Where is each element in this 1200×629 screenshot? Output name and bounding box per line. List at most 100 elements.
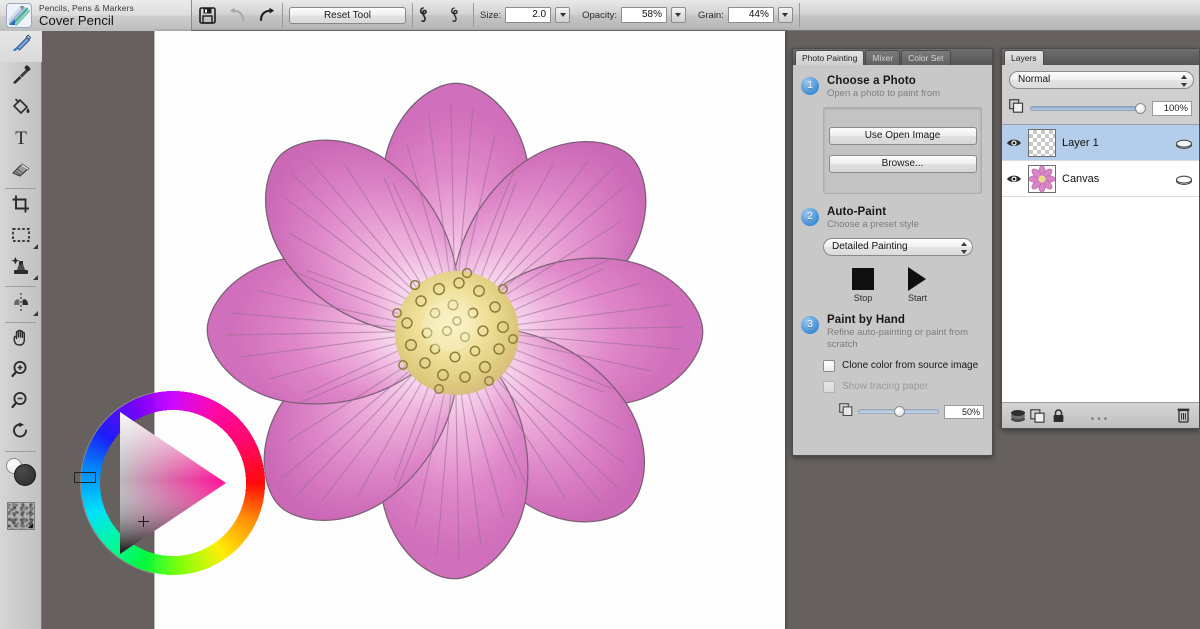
layer-properties-icon[interactable] [1175,137,1193,149]
tool-flyout-arrow[interactable] [33,244,38,249]
size-dropdown-arrow[interactable] [555,7,571,23]
tracing-paper-checkbox[interactable] [823,380,835,393]
tool-category-label: Pencils, Pens & Markers [39,3,134,14]
slider-knob[interactable] [893,406,905,417]
hand-icon [10,328,32,353]
rotate-page-tool[interactable] [0,418,42,449]
clone-color-checkbox[interactable] [823,359,835,372]
pattern-flyout-arrow[interactable] [27,523,33,528]
opacity-input[interactable]: 58% [620,7,667,23]
size-control[interactable]: Size: 2.0 [474,0,576,30]
tracing-paper-opacity-row[interactable]: 50% [793,402,992,421]
brush-tool[interactable] [0,31,42,62]
trash-icon[interactable] [1173,406,1193,426]
slider-knob[interactable] [1135,103,1146,114]
color-swatches[interactable] [0,454,42,500]
eye-visibility-icon[interactable] [1006,137,1022,149]
step-paint-by-hand: 3 Paint by Hand Refine auto-painting or … [793,310,992,351]
svg-text:T: T [15,128,27,147]
layer-thumbnail[interactable] [1028,128,1056,157]
pencils-pens-markers-icon[interactable] [6,3,32,28]
new-layer-icon[interactable] [1028,406,1048,426]
eye-visibility-icon[interactable] [1006,173,1022,185]
magnifier-in-tool[interactable] [0,356,42,387]
blend-mode-select[interactable]: Normal [1009,71,1194,89]
step3-title: Paint by Hand [827,313,905,326]
grabber-tool[interactable] [0,325,42,356]
opacity-control[interactable]: Opacity: 58% [576,0,692,30]
paint-bucket-tool[interactable] [0,93,42,124]
use-open-image-button[interactable]: Use Open Image [828,127,977,146]
text-tool[interactable]: T [0,124,42,155]
layer-properties-icon[interactable] [1175,173,1193,185]
step1-title: Choose a Photo [827,75,916,87]
grain-dropdown-arrow[interactable] [777,7,793,23]
step-choose-a-photo: 1 Choose a Photo Open a photo to paint f… [793,71,992,100]
start-button[interactable]: Start [908,266,927,303]
layer-opacity-value[interactable]: 100% [1152,101,1192,116]
layer-row[interactable]: Layer 1 [1002,125,1199,161]
tracing-paper-opacity-value[interactable]: 50% [944,404,984,419]
save-disk-icon[interactable] [192,0,222,31]
tab-mixer[interactable]: Mixer [865,50,901,65]
step1-subtitle: Open a photo to paint from [827,88,941,99]
browse-button[interactable]: Browse... [828,155,977,174]
step-number-badge: 3 [801,315,819,334]
tab-photo-painting[interactable]: Photo Painting [795,50,865,65]
tracing-paper-opacity-slider[interactable] [858,406,939,417]
grain-control[interactable]: Grain: 44% [692,0,799,30]
brush-stroke-preview-icon[interactable] [443,0,473,31]
stop-button[interactable]: Stop [851,266,874,303]
reset-tool-button[interactable]: Reset Tool [289,6,406,24]
magnifier-out-tool[interactable] [0,387,42,418]
pattern-swatch-icon[interactable] [6,502,35,530]
rotate-icon [10,421,32,446]
preset-style-value: Detailed Painting [832,240,908,252]
auto-paint-transport: Stop Start [793,266,992,303]
painting-canvas[interactable] [155,31,785,629]
layer-row[interactable]: Canvas [1002,161,1199,197]
mirror-painting-tool[interactable] [0,289,42,320]
tab-layers[interactable]: Layers [1004,50,1044,65]
blend-mode-value: Normal [1018,74,1051,85]
dynamic-plugins-icon[interactable] [1008,406,1028,426]
crop-tool[interactable] [0,191,42,222]
opacity-dropdown-arrow[interactable] [670,7,686,23]
toolbar-file-actions [192,0,282,30]
tracing-paper-row[interactable]: Show tracing paper [793,380,992,393]
layer-thumbnail[interactable] [1028,164,1056,193]
cloner-tool[interactable] [0,253,42,284]
dropper-tool[interactable] [0,62,42,93]
top-toolbar: Pencils, Pens & Markers Cover Pencil Res… [0,0,1200,31]
grain-input[interactable]: 44% [727,7,774,23]
flower-artwork [206,82,704,580]
redo-arrow-icon[interactable] [252,0,282,31]
tool-flyout-arrow[interactable] [33,275,38,280]
stop-square-icon [851,267,874,290]
brush-stroke-preview-icon[interactable] [413,0,443,31]
layer-name[interactable]: Canvas [1062,173,1169,185]
tool-info-panel[interactable]: Pencils, Pens & Markers Cover Pencil [0,0,192,31]
clone-color-row[interactable]: Clone color from source image [793,359,992,372]
size-input[interactable]: 2.0 [505,7,552,23]
tool-flyout-arrow[interactable] [33,311,38,316]
layer-name[interactable]: Layer 1 [1062,137,1169,149]
preset-style-select[interactable]: Detailed Painting [823,237,973,256]
layer-opacity-row[interactable]: 100% [1002,94,1199,124]
photo-painting-panel: Photo Painting Mixer Color Set 1 Choose … [792,48,993,456]
lock-icon[interactable] [1048,406,1068,426]
crop-icon [10,194,32,219]
grain-label: Grain: [697,9,724,21]
hue-marker[interactable] [74,472,96,483]
primary-color-swatch[interactable] [14,464,36,486]
eraser-tool[interactable] [0,155,42,186]
rectangular-selection-tool[interactable] [0,222,42,253]
tab-color-set[interactable]: Color Set [901,50,951,65]
tool-name-label: Cover Pencil [39,12,114,28]
undo-arrow-icon[interactable] [222,0,252,31]
rubber-stamp-icon [10,256,32,281]
panel-grip-dots[interactable]: ••• [1091,414,1111,425]
saturation-value-cursor[interactable] [138,516,149,527]
layer-opacity-slider[interactable] [1030,103,1146,114]
step-number-badge: 1 [801,77,819,95]
